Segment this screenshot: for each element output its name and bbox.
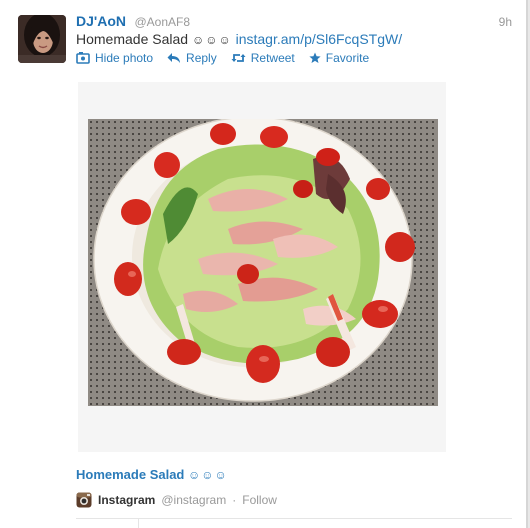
tweet-header: DJ'AoN @AonAF8 9h — [76, 13, 512, 31]
tweet-card: DJ'AoN @AonAF8 9h Homemade Salad ☺☺☺ ins… — [0, 0, 528, 528]
star-icon — [309, 52, 321, 63]
reply-icon — [167, 53, 181, 63]
photo-icon — [76, 52, 90, 64]
display-name[interactable]: DJ'AoN — [76, 13, 126, 29]
hide-photo-button[interactable]: Hide photo — [76, 51, 153, 65]
retweet-button[interactable]: Retweet — [231, 51, 295, 65]
salad-plate-image — [93, 116, 415, 402]
avatar-image — [18, 15, 66, 63]
card-title-emoticons: ☺☺☺ — [188, 468, 228, 482]
reply-button[interactable]: Reply — [167, 51, 217, 65]
media-frame[interactable] — [78, 82, 446, 452]
tweet-emoticons: ☺☺☺ — [191, 33, 232, 47]
card-title[interactable]: Homemade Salad ☺☺☺ — [76, 467, 228, 482]
source-handle[interactable]: @instagram — [161, 493, 226, 507]
favorite-button[interactable]: Favorite — [309, 51, 369, 65]
avatar[interactable] — [18, 15, 66, 63]
tweet-actions: Hide photo Reply Retweet Favorite — [76, 51, 369, 65]
instagram-icon — [76, 492, 92, 508]
retweet-label: Retweet — [250, 51, 295, 65]
follow-link[interactable]: Follow — [242, 493, 277, 507]
source-name[interactable]: Instagram — [98, 493, 155, 507]
timestamp[interactable]: 9h — [499, 15, 512, 29]
card-title-text: Homemade Salad — [76, 467, 185, 482]
retweet-icon — [231, 54, 246, 62]
card-source: Instagram @instagram · Follow — [76, 492, 277, 508]
divider — [76, 518, 512, 519]
separator: · — [232, 493, 237, 507]
tweet-text: Homemade Salad ☺☺☺ instagr.am/p/Sl6FcqST… — [76, 31, 402, 47]
divider-stub — [138, 518, 139, 528]
favorite-label: Favorite — [325, 51, 370, 65]
tweet-text-body: Homemade Salad — [76, 31, 189, 47]
tweet-link[interactable]: instagr.am/p/Sl6FcqSTgW/ — [236, 31, 403, 47]
hide-photo-label: Hide photo — [95, 51, 154, 65]
reply-label: Reply — [186, 51, 217, 65]
user-handle[interactable]: @AonAF8 — [134, 15, 190, 29]
salad-photo[interactable] — [88, 116, 438, 406]
